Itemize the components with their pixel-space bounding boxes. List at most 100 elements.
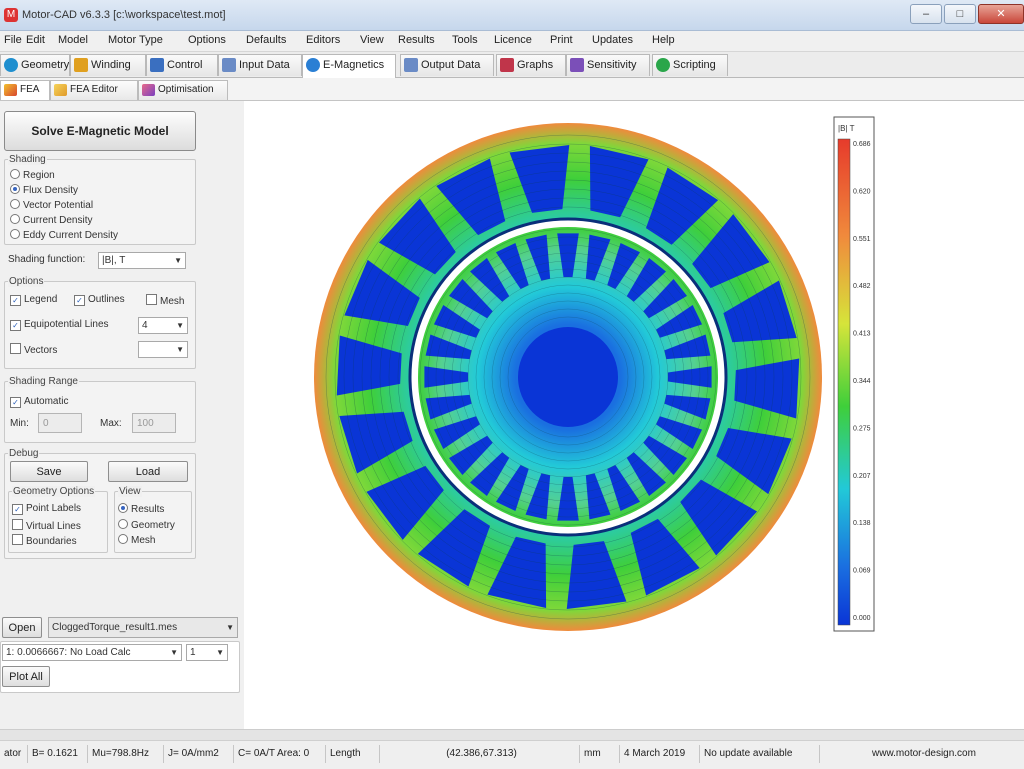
status-region: ator <box>0 745 28 763</box>
tab-control[interactable]: Control <box>146 54 218 76</box>
check-icon: ✓ <box>10 320 21 331</box>
result-file-select[interactable]: CloggedTorque_result1.mes ▼ <box>48 617 238 638</box>
status-website[interactable]: www.motor-design.com <box>820 745 1024 763</box>
menu-licence[interactable]: Licence <box>494 34 532 46</box>
legend-title: |B| T <box>838 124 855 133</box>
tab-output-data[interactable]: Output Data <box>400 54 494 76</box>
status-permeability: Mu=798.8Hz <box>88 745 164 763</box>
load-case-select[interactable]: 1: 0.0066667: No Load Calc ▼ <box>2 644 182 661</box>
tab-geometry[interactable]: Geometry <box>0 54 70 76</box>
output-data-icon <box>404 58 418 72</box>
graphs-icon <box>500 58 514 72</box>
max-input[interactable]: 100 <box>132 413 176 433</box>
checkbox-outlines[interactable]: ✓ Outlines <box>74 294 125 306</box>
close-button[interactable]: ✕ <box>978 4 1024 24</box>
checkbox-virtual-lines[interactable]: Virtual Lines <box>12 519 81 532</box>
load-case-number-select[interactable]: 1 ▼ <box>186 644 228 661</box>
chevron-down-icon: ▼ <box>174 256 182 265</box>
menu-view[interactable]: View <box>360 34 384 46</box>
control-wave-icon <box>150 58 164 72</box>
main-tab-bar: Geometry Winding Control Input Data E-Ma… <box>0 52 1024 78</box>
open-button[interactable]: Open <box>2 617 42 638</box>
checkbox-boundaries[interactable]: Boundaries <box>12 534 77 547</box>
minimize-button[interactable]: – <box>910 4 942 24</box>
tab-e-magnetics[interactable]: E-Magnetics <box>302 54 396 78</box>
radio-view-geometry[interactable]: Geometry <box>118 519 175 531</box>
tab-winding[interactable]: Winding <box>70 54 146 76</box>
status-units: mm <box>580 745 620 763</box>
menu-defaults[interactable]: Defaults <box>246 34 286 46</box>
fea-icon <box>4 84 17 96</box>
menu-editors[interactable]: Editors <box>306 34 340 46</box>
radio-button <box>10 229 20 239</box>
flux-density-legend: |B| T 0.686 0.620 0.551 0.482 0.413 0.344 0.27… <box>833 116 875 632</box>
min-input[interactable]: 0 <box>38 413 82 433</box>
fea-editor-icon <box>54 84 67 96</box>
shading-range-label: Shading Range <box>8 376 79 387</box>
chevron-down-icon: ▼ <box>176 345 184 354</box>
tab-optimisation[interactable]: Optimisation <box>138 80 228 100</box>
shading-range-group <box>4 381 196 443</box>
tab-label: FEA Editor <box>70 84 118 95</box>
solve-e-magnetic-model-button[interactable]: Solve E-Magnetic Model <box>4 111 196 151</box>
menu-model[interactable]: Model <box>58 34 88 46</box>
legend-tick-label: 0.482 <box>853 283 871 290</box>
radio-flux-density[interactable]: Flux Density <box>10 184 78 196</box>
tab-scripting[interactable]: Scripting <box>652 54 728 76</box>
menu-print[interactable]: Print <box>550 34 573 46</box>
save-button[interactable]: Save <box>10 461 88 482</box>
menu-file[interactable]: File <box>4 34 22 46</box>
equipotential-count-select[interactable]: 4 ▼ <box>138 317 188 334</box>
tab-label: Scripting <box>673 59 716 71</box>
max-label: Max: <box>100 418 122 429</box>
status-coordinates: (42.386,67.313) <box>380 745 580 763</box>
radio-vector-potential[interactable]: Vector Potential <box>10 199 93 211</box>
checkbox-legend[interactable]: ✓ Legend <box>10 294 57 306</box>
chevron-down-icon: ▼ <box>226 623 234 632</box>
chevron-down-icon: ▼ <box>170 648 178 657</box>
menu-updates[interactable]: Updates <box>592 34 633 46</box>
optimisation-icon <box>142 84 155 96</box>
menu-edit[interactable]: Edit <box>26 34 45 46</box>
tab-label: Winding <box>91 59 131 71</box>
tab-input-data[interactable]: Input Data <box>218 54 302 76</box>
shading-function-select[interactable]: |B|, T ▼ <box>98 252 186 269</box>
radio-eddy-current-density[interactable]: Eddy Current Density <box>10 229 118 241</box>
checkbox-vectors[interactable]: Vectors <box>10 343 57 356</box>
checkbox-automatic[interactable]: ✓ Automatic <box>10 396 68 408</box>
radio-view-mesh[interactable]: Mesh <box>118 534 155 546</box>
radio-button <box>118 534 128 544</box>
fea-viewport[interactable]: |B| T 0.686 0.620 0.551 0.482 0.413 0.344 0.27… <box>244 101 1024 729</box>
radio-button <box>118 519 128 529</box>
legend-tick-label: 0.551 <box>853 236 871 243</box>
tab-fea-editor[interactable]: FEA Editor <box>50 80 138 100</box>
tab-fea[interactable]: FEA <box>0 80 50 100</box>
radio-current-density[interactable]: Current Density <box>10 214 92 226</box>
flux-density-plot[interactable]: |B| T 0.686 0.620 0.551 0.482 0.413 0.344 0.27… <box>244 101 1024 729</box>
load-button[interactable]: Load <box>108 461 188 482</box>
app-icon: M <box>4 8 18 22</box>
debug-label: Debug <box>8 448 40 459</box>
legend-tick-label: 0.275 <box>853 425 871 432</box>
plot-all-button[interactable]: Plot All <box>2 666 50 687</box>
tab-label: Output Data <box>421 59 481 71</box>
maximize-button[interactable]: □ <box>944 4 976 24</box>
menu-results[interactable]: Results <box>398 34 435 46</box>
menu-motor-type[interactable]: Motor Type <box>108 34 163 46</box>
menu-help[interactable]: Help <box>652 34 675 46</box>
tab-label: E-Magnetics <box>323 59 385 71</box>
tab-sensitivity[interactable]: Sensitivity <box>566 54 650 76</box>
checkbox-equipotential-lines[interactable]: ✓ Equipotential Lines <box>10 319 109 331</box>
checkbox-point-labels[interactable]: ✓ Point Labels <box>12 503 81 515</box>
checkbox-mesh[interactable]: Mesh <box>146 294 184 307</box>
radio-view-results[interactable]: Results <box>118 503 164 515</box>
title-bar: M Motor-CAD v6.3.3 [c:\workspace\test.mo… <box>0 0 1024 31</box>
radio-button-selected <box>10 184 20 194</box>
radio-region[interactable]: Region <box>10 169 55 181</box>
menu-tools[interactable]: Tools <box>452 34 478 46</box>
legend-tick-label: 0.413 <box>853 331 871 338</box>
menu-options[interactable]: Options <box>188 34 226 46</box>
vectors-select[interactable]: ▼ <box>138 341 188 358</box>
tab-graphs[interactable]: Graphs <box>496 54 566 76</box>
view-label: View <box>118 486 142 497</box>
